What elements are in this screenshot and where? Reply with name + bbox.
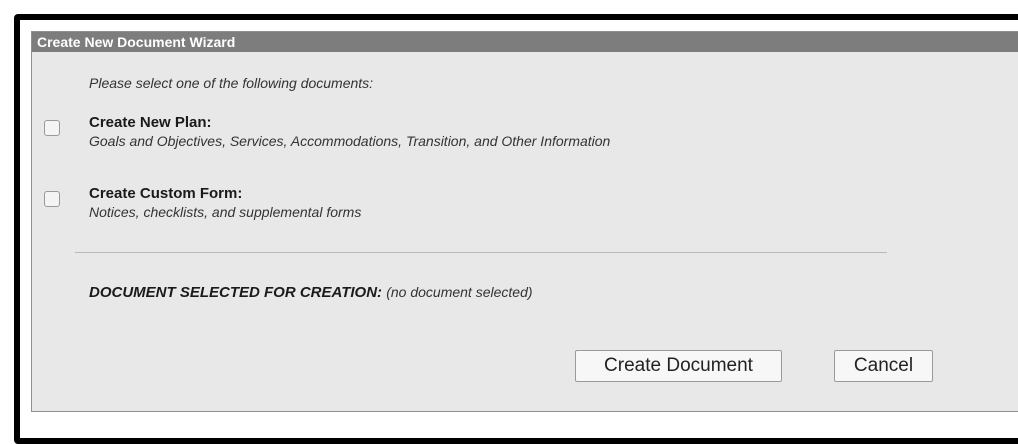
- create-document-wizard-dialog: Create New Document Wizard Please select…: [31, 31, 1018, 412]
- create-document-button[interactable]: Create Document: [575, 350, 782, 382]
- document-selected-label: DOCUMENT SELECTED FOR CREATION:: [89, 284, 387, 301]
- dialog-title: Create New Document Wizard: [32, 32, 1018, 52]
- cancel-button[interactable]: Cancel: [834, 350, 933, 382]
- create-custom-form-title: Create Custom Form:: [89, 185, 243, 202]
- create-new-plan-description: Goals and Objectives, Services, Accommod…: [89, 133, 611, 149]
- section-divider: [75, 252, 887, 253]
- instruction-text: Please select one of the following docum…: [89, 75, 374, 91]
- create-custom-form-description: Notices, checklists, and supplemental fo…: [89, 204, 362, 220]
- document-selected-status: DOCUMENT SELECTED FOR CREATION: (no docu…: [89, 284, 533, 301]
- screenshot-frame: Create New Document Wizard Please select…: [0, 0, 1018, 444]
- create-custom-form-checkbox[interactable]: [44, 191, 60, 207]
- document-selected-value: (no document selected): [386, 284, 533, 300]
- create-new-plan-checkbox[interactable]: [44, 120, 60, 136]
- create-new-plan-title: Create New Plan:: [89, 114, 212, 131]
